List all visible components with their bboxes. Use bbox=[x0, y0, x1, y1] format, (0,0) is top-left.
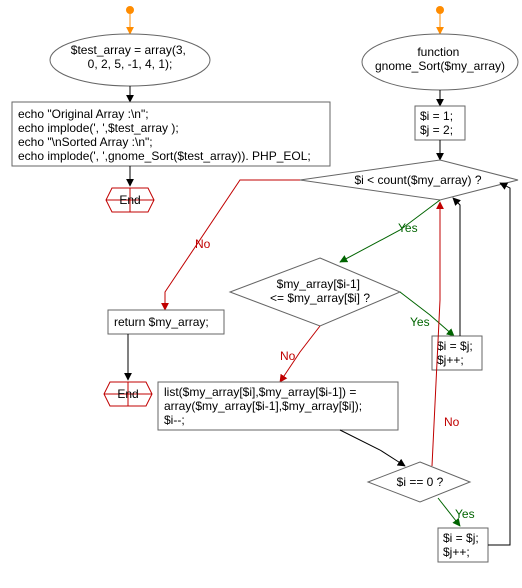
node-test-array-text: $test_array = array(3, 0, 2, 5, -1, 4, 1… bbox=[71, 43, 189, 71]
node-cond-zero-text: $i == 0 ? bbox=[397, 475, 444, 489]
flowchart-canvas: $test_array = array(3, 0, 2, 5, -1, 4, 1… bbox=[0, 0, 522, 588]
node-return-text: return $my_array; bbox=[114, 315, 209, 329]
node-end-left-text: End bbox=[119, 193, 140, 207]
node-end-right-text: End bbox=[117, 387, 138, 401]
label-yes-3: Yes bbox=[455, 507, 475, 521]
node-init-ij-text: $i = 1; $j = 2; bbox=[420, 109, 456, 137]
label-yes-2: Yes bbox=[410, 315, 430, 329]
label-no-3: No bbox=[444, 415, 460, 429]
node-end-right: End bbox=[104, 382, 152, 406]
label-no-1: No bbox=[195, 237, 211, 251]
start-dot-left bbox=[126, 6, 134, 14]
start-dot-right bbox=[436, 6, 444, 14]
node-end-left: End bbox=[106, 188, 154, 212]
label-no-2: No bbox=[280, 349, 296, 363]
node-cond-count-text: $i < count($my_array) ? bbox=[354, 173, 481, 187]
node-cond-cmp-text: $my_array[$i-1] <= $my_array[$i] ? bbox=[270, 277, 370, 305]
label-yes-1: Yes bbox=[398, 221, 418, 235]
